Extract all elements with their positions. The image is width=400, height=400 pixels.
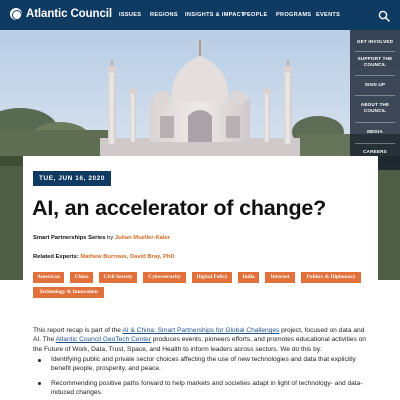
side-action-menu: GET INVOLVED SUPPORT THE COUNCIL SIGN UP…: [350, 30, 400, 170]
article-header-card: TUE, JUN 16, 2020 AI, an accelerator of …: [23, 156, 378, 306]
tag-technology-innovation[interactable]: Technology & Innovation: [33, 287, 104, 298]
byline-by: by: [107, 235, 114, 241]
nav-insights-impact[interactable]: INSIGHTS & IMPACT: [185, 12, 245, 18]
main-nav: ISSUES REGIONS INSIGHTS & IMPACT PEOPLE …: [0, 12, 400, 22]
series-label: Smart Partnerships Series: [33, 235, 106, 241]
list-item: Recommending positive paths forward to h…: [33, 379, 368, 398]
search-icon: [378, 10, 390, 22]
bullet-icon: [38, 382, 41, 386]
tag-internet[interactable]: Internet: [265, 272, 295, 283]
tag-india[interactable]: India: [238, 272, 259, 283]
rail-divider: [355, 51, 395, 52]
nav-regions[interactable]: REGIONS: [150, 12, 178, 18]
nav-issues[interactable]: ISSUES: [119, 12, 141, 18]
rail-divider: [355, 75, 395, 76]
top-navigation-bar: Atlantic Council ISSUES REGIONS INSIGHTS…: [0, 0, 400, 30]
rail-support-council[interactable]: SUPPORT THE COUNCIL: [350, 56, 400, 69]
rail-careers[interactable]: CAREERS: [350, 149, 400, 155]
list-item: Identifying public and private sector ch…: [33, 355, 368, 374]
tag-civil-society[interactable]: Civil Society: [99, 272, 137, 283]
article-bullet-list: Identifying public and private sector ch…: [33, 355, 368, 400]
tag-politics-diplomacy[interactable]: Politics & Diplomacy: [301, 272, 361, 283]
tag-cybersecurity[interactable]: Cybersecurity: [143, 272, 186, 283]
rail-divider: [355, 95, 395, 96]
tag-digital-policy[interactable]: Digital Policy: [192, 272, 232, 283]
rail-divider: [355, 122, 395, 123]
rail-get-involved[interactable]: GET INVOLVED: [350, 39, 400, 45]
tag-american[interactable]: American: [33, 272, 64, 283]
rail-divider: [355, 143, 395, 144]
related-experts-links[interactable]: Mathew Burrows, David Bray, PhD: [80, 254, 174, 260]
author-link[interactable]: Julian Mueller-Kaler: [115, 235, 170, 241]
rail-media[interactable]: MEDIA: [350, 129, 400, 135]
related-experts: Related Experts: Mathew Burrows, David B…: [33, 254, 175, 260]
date-badge: TUE, JUN 16, 2020: [33, 171, 111, 186]
bullet-icon: [38, 358, 41, 362]
rail-sign-up[interactable]: SIGN UP: [350, 82, 400, 88]
rail-about-council[interactable]: ABOUT THE COUNCIL: [350, 102, 400, 115]
article-intro-paragraph: This report recap is part of the AI & Ch…: [33, 327, 366, 353]
series-byline: Smart Partnerships Series by Julian Muel…: [33, 235, 170, 241]
search-button[interactable]: [378, 9, 390, 22]
related-experts-label: Related Experts:: [33, 254, 79, 260]
tag-china[interactable]: China: [70, 272, 93, 283]
article-title: AI, an accelerator of change?: [32, 196, 327, 220]
nav-events[interactable]: EVENTS: [316, 12, 340, 18]
link-geotech-center[interactable]: Atlantic Council GeoTech Center: [56, 336, 151, 343]
nav-people[interactable]: PEOPLE: [243, 12, 268, 18]
link-ai-china-project[interactable]: AI & China: Smart Partnerships for Globa…: [122, 327, 279, 334]
nav-programs[interactable]: PROGRAMS: [276, 12, 311, 18]
